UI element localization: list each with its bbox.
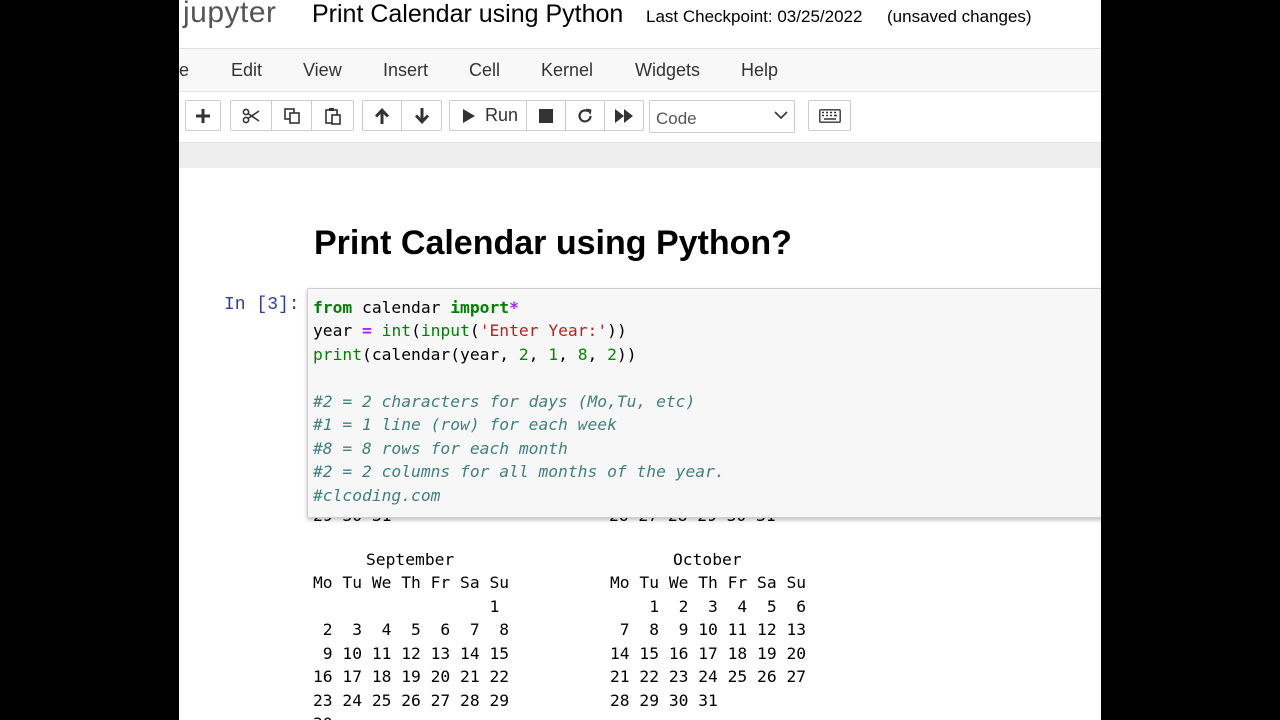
paste-icon [324,107,341,125]
chevron-down-icon [774,111,788,120]
calendar-week: 14 15 16 17 18 19 20 [610,644,807,663]
scissors-icon [242,108,260,123]
weekday-header: Mo Tu We Th Fr Sa Su [313,573,510,592]
calendar-week: 28 29 30 31 [610,691,718,710]
arrow-down-icon [414,107,429,124]
code-line: print(calendar(year, 2, 1, 8, 2)) [313,345,637,364]
menu-insert[interactable]: Insert [383,60,428,81]
calendar-week: 2 3 4 5 6 7 8 [313,620,510,639]
cell-type-select[interactable]: Code [649,100,795,133]
play-icon [463,108,475,123]
calendar-week: 21 22 23 24 25 26 27 [610,667,807,686]
plus-icon [196,108,210,123]
stop-icon [539,108,553,123]
restart-kernel-button[interactable] [565,100,605,131]
restart-run-all-button[interactable] [604,100,644,131]
cell-type-value: Code [656,109,697,128]
header-separator [179,142,1101,168]
calendar-week: 1 2 3 4 5 6 [610,597,807,616]
month-name-september: September [366,550,455,569]
weekday-header: Mo Tu We Th Fr Sa Su [610,573,807,592]
notebook-area: Print Calendar using Python? In [3]: fro… [179,168,1101,720]
menu-help[interactable]: Help [741,60,778,81]
menu-view[interactable]: View [303,60,342,81]
command-palette-button[interactable] [808,100,851,131]
calendar-week: 9 10 11 12 13 14 15 [313,644,510,663]
jupyter-notebook-window: jupyter Print Calendar using Python Last… [179,0,1101,720]
menu-cell[interactable]: Cell [469,60,500,81]
code-comment: #8 = 8 rows for each month [313,439,568,458]
code-comment: #2 = 2 columns for all months of the yea… [313,462,725,481]
jupyter-logo[interactable]: jupyter [183,0,277,30]
code-comment: #1 = 1 line (row) for each week [313,415,617,434]
markdown-heading[interactable]: Print Calendar using Python? [314,224,792,263]
menu-bar: e Edit View Insert Cell Kernel Widgets H… [179,49,1101,92]
autosave-status: (unsaved changes) [887,7,1032,26]
calendar-week: 1 [313,597,500,616]
run-label: Run [485,105,519,125]
run-button[interactable]: Run [449,100,527,131]
code-line: from calendar import* [313,298,519,317]
fast-forward-icon [615,108,633,123]
copy-icon [283,107,300,124]
last-checkpoint: Last Checkpoint: 03/25/2022 [646,7,863,26]
insert-cell-button[interactable] [185,100,221,131]
menu-file[interactable]: e [179,60,189,81]
code-comment: #2 = 2 characters for days (Mo,Tu, etc) [313,392,696,411]
code-comment: #clcoding.com [313,486,441,505]
toolbar: Run [179,92,1101,142]
month-name-october: October [673,550,742,569]
menu-widgets[interactable]: Widgets [635,60,700,81]
calendar-week: 16 17 18 19 20 21 22 [313,667,510,686]
paste-button[interactable] [311,100,354,131]
copy-button[interactable] [271,100,312,131]
calendar-week: 7 8 9 10 11 12 13 [610,620,807,639]
arrow-up-icon [375,107,389,124]
move-up-button[interactable] [362,100,402,131]
menu-edit[interactable]: Edit [231,60,262,81]
header-bar: jupyter Print Calendar using Python Last… [179,0,1101,49]
keyboard-icon [818,108,841,123]
notebook-title[interactable]: Print Calendar using Python [312,0,623,29]
cut-button[interactable] [230,100,272,131]
code-cell-editor[interactable]: from calendar import* year = int(input('… [307,288,1101,518]
calendar-week: 30 [313,714,333,720]
restart-icon [578,108,592,122]
calendar-week: 23 24 25 26 27 28 29 [313,691,510,710]
interrupt-kernel-button[interactable] [526,100,566,131]
input-prompt: In [3]: [224,295,300,315]
code-line: year = int(input('Enter Year:')) [313,321,627,340]
move-down-button[interactable] [401,100,442,131]
menu-kernel[interactable]: Kernel [541,60,593,81]
